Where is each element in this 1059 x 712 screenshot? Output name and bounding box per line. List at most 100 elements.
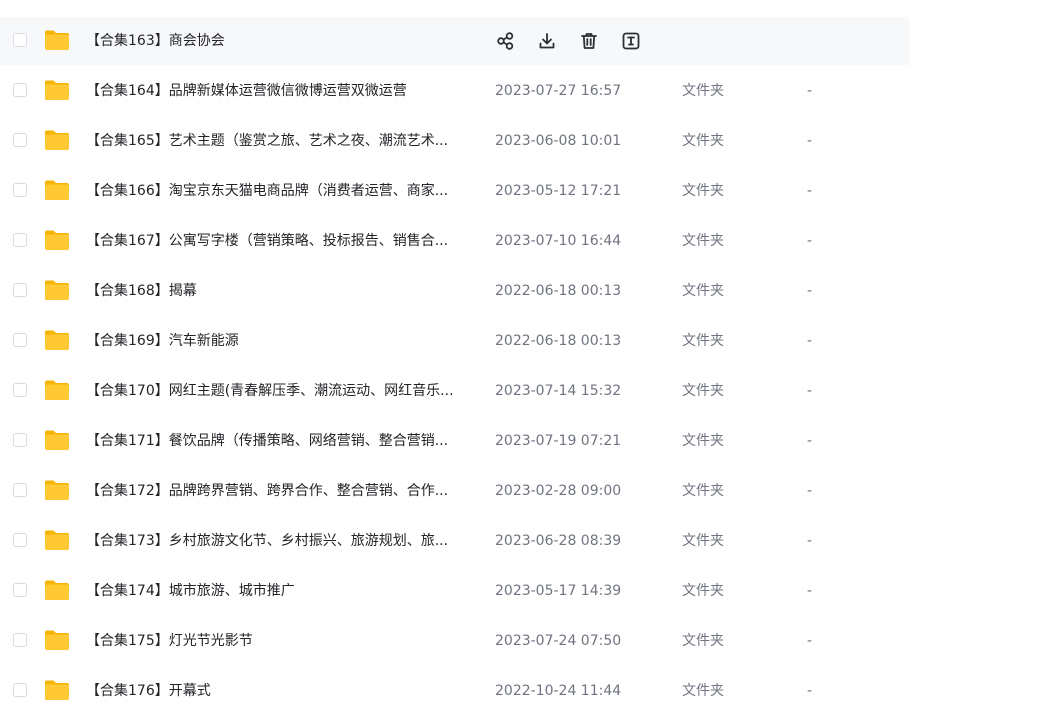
file-name[interactable]: 【合集174】城市旅游、城市推广	[86, 567, 472, 615]
file-size: -	[807, 383, 813, 399]
file-name[interactable]: 【合集171】餐饮品牌（传播策略、网络营销、整合营销...	[86, 417, 472, 465]
folder-icon	[44, 479, 70, 501]
file-size: -	[807, 183, 813, 199]
file-row[interactable]: 【合集171】餐饮品牌（传播策略、网络营销、整合营销... 2023-07-19 …	[0, 417, 909, 465]
file-type: 文件夹	[682, 633, 724, 649]
file-name[interactable]: 【合集175】灯光节光影节	[86, 617, 472, 665]
modified-date: 2023-05-12 17:21	[495, 183, 622, 199]
download-icon[interactable]	[536, 30, 558, 52]
file-row[interactable]: 【合集167】公寓写字楼（营销策略、投标报告、销售合... 2023-07-10 …	[0, 217, 909, 265]
folder-icon	[44, 629, 70, 651]
file-row[interactable]: 【合集172】品牌跨界营销、跨界合作、整合营销、合作... 2023-02-28 …	[0, 467, 909, 515]
share-icon[interactable]	[494, 30, 516, 52]
file-type: 文件夹	[682, 433, 724, 449]
file-row[interactable]: 【合集170】网红主题(青春解压季、潮流运动、网红音乐... 2023-07-14…	[0, 367, 909, 415]
folder-icon	[44, 29, 70, 51]
file-row[interactable]: 【合集175】灯光节光影节 2023-07-24 07:50 文件夹 -	[0, 617, 909, 665]
row-checkbox[interactable]	[13, 33, 27, 47]
file-type: 文件夹	[682, 533, 724, 549]
file-type: 文件夹	[682, 583, 724, 599]
modified-date: 2023-05-17 14:39	[495, 583, 622, 599]
file-size: -	[807, 283, 813, 299]
file-size: -	[807, 683, 813, 699]
file-type: 文件夹	[682, 383, 724, 399]
modified-date: 2022-06-18 00:13	[495, 283, 622, 299]
row-checkbox[interactable]	[13, 333, 27, 347]
folder-icon	[44, 529, 70, 551]
folder-icon	[44, 129, 70, 151]
modified-date: 2023-07-24 07:50	[495, 633, 622, 649]
file-type: 文件夹	[682, 683, 724, 699]
file-row[interactable]: 【合集168】揭幕 2022-06-18 00:13 文件夹 -	[0, 267, 909, 315]
file-name[interactable]: 【合集169】汽车新能源	[86, 317, 472, 365]
file-name[interactable]: 【合集164】品牌新媒体运营微信微博运营双微运营	[86, 67, 472, 115]
file-name[interactable]: 【合集163】商会协会	[86, 17, 472, 65]
file-name[interactable]: 【合集167】公寓写字楼（营销策略、投标报告、销售合...	[86, 217, 472, 265]
file-row[interactable]: 【合集173】乡村旅游文化节、乡村振兴、旅游规划、旅... 2023-06-28 …	[0, 517, 909, 565]
file-size: -	[807, 633, 813, 649]
folder-icon	[44, 179, 70, 201]
file-row[interactable]: 【合集164】品牌新媒体运营微信微博运营双微运营 2023-07-27 16:57…	[0, 67, 909, 115]
folder-icon	[44, 429, 70, 451]
modified-date: 2022-10-24 11:44	[495, 683, 622, 699]
row-checkbox[interactable]	[13, 533, 27, 547]
file-type: 文件夹	[682, 183, 724, 199]
row-checkbox[interactable]	[13, 633, 27, 647]
file-list: 【合集163】商会协会 【合集164】品牌新媒体运营微信微博运营双微运营 2023-…	[0, 0, 1059, 712]
row-checkbox[interactable]	[13, 233, 27, 247]
folder-icon	[44, 279, 70, 301]
row-checkbox[interactable]	[13, 383, 27, 397]
folder-icon	[44, 579, 70, 601]
file-name[interactable]: 【合集172】品牌跨界营销、跨界合作、整合营销、合作...	[86, 467, 472, 515]
file-size: -	[807, 83, 813, 99]
file-row[interactable]: 【合集174】城市旅游、城市推广 2023-05-17 14:39 文件夹 -	[0, 567, 909, 615]
file-type: 文件夹	[682, 133, 724, 149]
delete-icon[interactable]	[578, 30, 600, 52]
file-size: -	[807, 583, 813, 599]
share-button[interactable]	[494, 30, 516, 52]
row-checkbox[interactable]	[13, 183, 27, 197]
file-row[interactable]: 【合集169】汽车新能源 2022-06-18 00:13 文件夹 -	[0, 317, 909, 365]
row-checkbox[interactable]	[13, 583, 27, 597]
folder-icon	[44, 379, 70, 401]
row-checkbox[interactable]	[13, 133, 27, 147]
row-checkbox[interactable]	[13, 83, 27, 97]
file-name[interactable]: 【合集176】开幕式	[86, 667, 472, 712]
modified-date: 2023-06-28 08:39	[495, 533, 622, 549]
file-size: -	[807, 483, 813, 499]
modified-date: 2023-07-14 15:32	[495, 383, 622, 399]
file-name[interactable]: 【合集170】网红主题(青春解压季、潮流运动、网红音乐...	[86, 367, 472, 415]
folder-icon	[44, 229, 70, 251]
file-size: -	[807, 533, 813, 549]
file-type: 文件夹	[682, 333, 724, 349]
file-name[interactable]: 【合集173】乡村旅游文化节、乡村振兴、旅游规划、旅...	[86, 517, 472, 565]
file-row[interactable]: 【合集166】淘宝京东天猫电商品牌（消费者运营、商家... 2023-05-12 …	[0, 167, 909, 215]
rename-icon[interactable]	[620, 30, 642, 52]
delete-button[interactable]	[578, 30, 600, 52]
file-type: 文件夹	[682, 83, 724, 99]
folder-icon	[44, 79, 70, 101]
file-name[interactable]: 【合集166】淘宝京东天猫电商品牌（消费者运营、商家...	[86, 167, 472, 215]
download-button[interactable]	[536, 30, 558, 52]
modified-date: 2023-06-08 10:01	[495, 133, 622, 149]
file-row[interactable]: 【合集165】艺术主题（鉴赏之旅、艺术之夜、潮流艺术... 2023-06-08 …	[0, 117, 909, 165]
file-name[interactable]: 【合集165】艺术主题（鉴赏之旅、艺术之夜、潮流艺术...	[86, 117, 472, 165]
file-type: 文件夹	[682, 283, 724, 299]
folder-icon	[44, 329, 70, 351]
file-row[interactable]: 【合集176】开幕式 2022-10-24 11:44 文件夹 -	[0, 667, 909, 712]
row-checkbox[interactable]	[13, 433, 27, 447]
modified-date: 2022-06-18 00:13	[495, 333, 622, 349]
file-size: -	[807, 233, 813, 249]
row-checkbox[interactable]	[13, 483, 27, 497]
file-name[interactable]: 【合集168】揭幕	[86, 267, 472, 315]
file-size: -	[807, 433, 813, 449]
file-size: -	[807, 333, 813, 349]
row-checkbox[interactable]	[13, 283, 27, 297]
row-checkbox[interactable]	[13, 683, 27, 697]
modified-date: 2023-07-19 07:21	[495, 433, 622, 449]
file-row[interactable]: 【合集163】商会协会	[0, 17, 909, 65]
rename-button[interactable]	[620, 30, 642, 52]
file-size: -	[807, 133, 813, 149]
modified-date: 2023-07-27 16:57	[495, 83, 622, 99]
file-type: 文件夹	[682, 233, 724, 249]
